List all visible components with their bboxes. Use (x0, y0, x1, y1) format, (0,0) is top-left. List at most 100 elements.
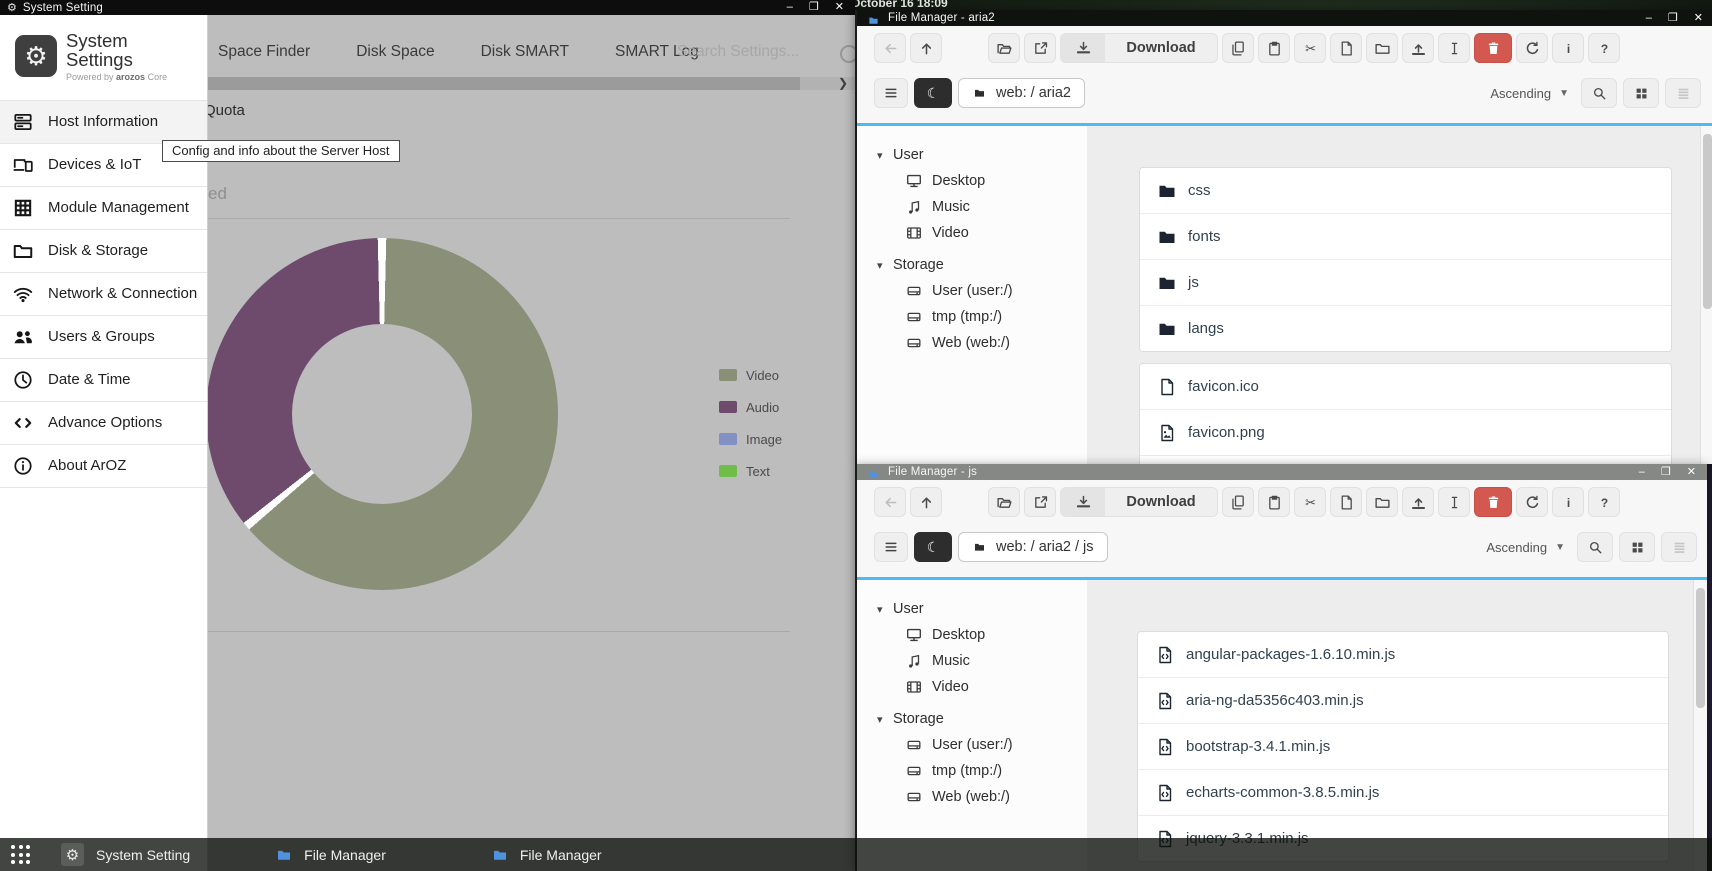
search-button[interactable] (1577, 532, 1613, 562)
sort-order-select[interactable]: Ascending (1490, 86, 1551, 101)
chevron-down-icon[interactable]: ▼ (1559, 88, 1569, 99)
minimize-button[interactable]: – (1639, 467, 1645, 478)
list-view-button[interactable] (1661, 532, 1697, 562)
legend-item[interactable]: Audio (719, 391, 782, 423)
toolbar-button[interactable] (1552, 33, 1584, 63)
breadcrumb[interactable]: web: / aria2 (958, 78, 1085, 108)
file-row[interactable]: fonts (1140, 214, 1671, 260)
file-row[interactable]: index.html (1140, 456, 1671, 464)
tree-row[interactable]: Desktop (857, 168, 1087, 194)
file-row[interactable]: aria-ng-da5356c403.min.js (1138, 678, 1668, 724)
toolbar-button[interactable] (1402, 487, 1434, 517)
toolbar-button[interactable] (988, 487, 1020, 517)
search-settings-input[interactable]: Search Settings... (677, 43, 799, 61)
scrollbar-thumb[interactable] (1703, 134, 1712, 309)
legend-item[interactable]: Image (719, 423, 782, 455)
tree-row[interactable]: ▾ Storage (857, 706, 1087, 732)
toolbar-button[interactable] (1588, 487, 1620, 517)
toolbar-button[interactable] (1024, 487, 1056, 517)
maximize-button[interactable]: ❐ (809, 2, 819, 13)
tree-row[interactable]: ▾ User (857, 142, 1087, 168)
toolbar-button[interactable] (1024, 33, 1056, 63)
sidebar-nav-item[interactable]: Host Information (0, 101, 207, 144)
minimize-button[interactable]: – (1646, 13, 1652, 24)
file-row[interactable]: favicon.ico (1140, 364, 1671, 410)
sidebar-nav-item[interactable]: Module Management (0, 187, 207, 230)
tree-row[interactable]: Video (857, 220, 1087, 246)
toolbar-button[interactable] (874, 33, 906, 63)
toolbar-button[interactable] (988, 33, 1020, 63)
tree-row[interactable]: Music (857, 194, 1087, 220)
vertical-scrollbar[interactable] (1693, 580, 1707, 871)
taskbar-item-file-manager-2[interactable]: File Manager (520, 847, 602, 863)
file-row[interactable]: langs (1140, 306, 1671, 351)
file-row[interactable]: css (1140, 168, 1671, 214)
toolbar-button[interactable] (1366, 33, 1398, 63)
donut-chart[interactable] (207, 238, 558, 590)
toolbar-button[interactable] (1366, 487, 1398, 517)
sidebar-nav-item[interactable]: Date & Time (0, 359, 207, 402)
toolbar-button[interactable] (1516, 487, 1548, 517)
toolbar-button[interactable] (1438, 33, 1470, 63)
tree-row[interactable]: User (user:/) (857, 278, 1087, 304)
file-row[interactable]: echarts-common-3.8.5.min.js (1138, 770, 1668, 816)
app-launcher-icon[interactable] (11, 845, 30, 864)
grid-view-button[interactable] (1623, 78, 1659, 108)
toolbar-button[interactable] (1258, 487, 1290, 517)
toolbar-button[interactable] (1588, 33, 1620, 63)
search-button[interactable] (1581, 78, 1617, 108)
vertical-scrollbar[interactable] (1700, 126, 1712, 464)
toolbar-button[interactable] (1516, 33, 1548, 63)
tree-row[interactable]: Web (web:/) (857, 330, 1087, 356)
close-button[interactable]: ✕ (1694, 13, 1703, 24)
menu-button[interactable] (874, 532, 908, 562)
dark-mode-button[interactable]: ☾ (914, 78, 952, 108)
maximize-button[interactable]: ❐ (1668, 13, 1678, 24)
sidebar-nav-item[interactable]: Disk & Storage (0, 230, 207, 273)
sidebar-nav-item[interactable]: Users & Groups (0, 316, 207, 359)
grid-view-button[interactable] (1619, 532, 1655, 562)
toolbar-button[interactable] (1330, 487, 1362, 517)
tree-row[interactable]: Video (857, 674, 1087, 700)
taskbar-item-system-setting[interactable]: System Setting (96, 847, 190, 863)
toolbar-button[interactable] (1294, 487, 1326, 517)
breadcrumb[interactable]: web: / aria2 / js (958, 532, 1108, 562)
file-row[interactable]: bootstrap-3.4.1.min.js (1138, 724, 1668, 770)
gear-icon[interactable]: ⚙ (61, 843, 84, 866)
file-row[interactable]: js (1140, 260, 1671, 306)
sidebar-nav-item[interactable]: Advance Options (0, 402, 207, 445)
download-button[interactable]: Download (1060, 33, 1218, 63)
tree-row[interactable]: tmp (tmp:/) (857, 304, 1087, 330)
chevron-down-icon[interactable]: ▼ (1555, 542, 1565, 553)
toolbar-button[interactable] (874, 487, 906, 517)
settings-tab[interactable]: Disk Space (356, 43, 434, 61)
file-row[interactable]: favicon.png (1140, 410, 1671, 456)
folder-icon[interactable] (274, 847, 294, 863)
minimize-button[interactable]: – (787, 2, 793, 13)
scrollbar-thumb[interactable] (1696, 588, 1705, 708)
menu-button[interactable] (874, 78, 908, 108)
tree-row[interactable]: Web (web:/) (857, 784, 1087, 810)
toolbar-button[interactable] (1438, 487, 1470, 517)
toolbar-button[interactable] (1552, 487, 1584, 517)
tree-row[interactable]: tmp (tmp:/) (857, 758, 1087, 784)
tree-row[interactable]: Desktop (857, 622, 1087, 648)
toolbar-button[interactable] (1330, 33, 1362, 63)
horizontal-scrollbar[interactable]: ❯ (207, 77, 855, 90)
settings-tab[interactable]: Disk SMART (481, 43, 569, 61)
tree-row[interactable]: Music (857, 648, 1087, 674)
toolbar-button[interactable] (910, 487, 942, 517)
file-row[interactable]: angular-packages-1.6.10.min.js (1138, 632, 1668, 678)
toolbar-button[interactable] (910, 33, 942, 63)
toolbar-button[interactable] (1294, 33, 1326, 63)
scroll-right-icon[interactable]: ❯ (838, 76, 848, 90)
legend-item[interactable]: Text (719, 455, 782, 487)
dark-mode-button[interactable]: ☾ (914, 532, 952, 562)
scrollbar-thumb[interactable] (207, 77, 800, 90)
toolbar-button[interactable] (1402, 33, 1434, 63)
maximize-button[interactable]: ❐ (1661, 467, 1671, 478)
search-icon[interactable] (840, 45, 855, 63)
settings-tab[interactable]: Space Finder (218, 43, 310, 61)
close-button[interactable]: ✕ (835, 2, 844, 13)
tree-row[interactable]: ▾ User (857, 596, 1087, 622)
